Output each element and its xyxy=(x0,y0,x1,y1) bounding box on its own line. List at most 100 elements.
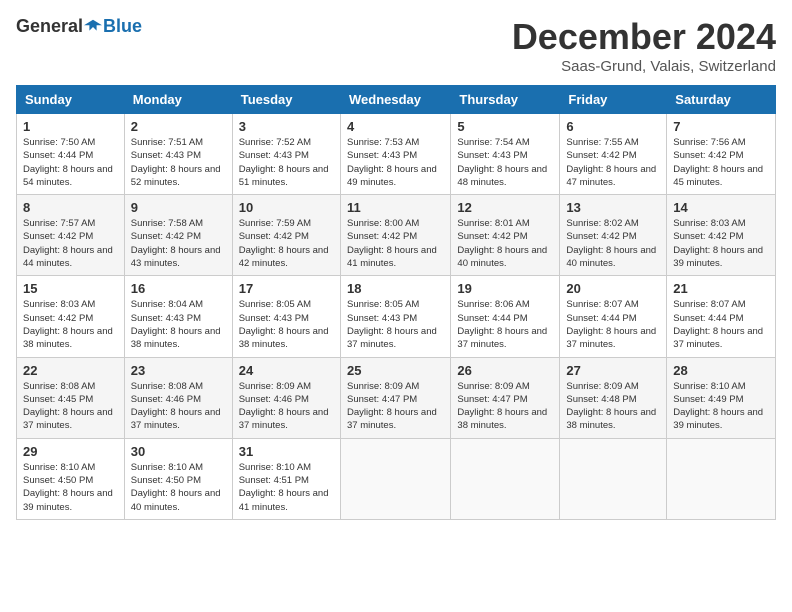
day-number: 21 xyxy=(673,281,769,296)
day-info: Sunrise: 7:57 AMSunset: 4:42 PMDaylight:… xyxy=(23,217,118,270)
calendar-day-cell: 27 Sunrise: 8:09 AMSunset: 4:48 PMDaylig… xyxy=(560,357,667,438)
calendar-day-cell xyxy=(340,438,450,519)
day-info: Sunrise: 8:10 AMSunset: 4:49 PMDaylight:… xyxy=(673,380,769,433)
day-number: 29 xyxy=(23,444,118,459)
day-info: Sunrise: 8:06 AMSunset: 4:44 PMDaylight:… xyxy=(457,298,553,351)
calendar-body: 1 Sunrise: 7:50 AMSunset: 4:44 PMDayligh… xyxy=(17,114,776,520)
calendar-day-cell: 22 Sunrise: 8:08 AMSunset: 4:45 PMDaylig… xyxy=(17,357,125,438)
day-number: 28 xyxy=(673,363,769,378)
calendar-day-cell: 3 Sunrise: 7:52 AMSunset: 4:43 PMDayligh… xyxy=(232,114,340,195)
calendar-day-cell: 23 Sunrise: 8:08 AMSunset: 4:46 PMDaylig… xyxy=(124,357,232,438)
weekday-header-cell: Monday xyxy=(124,86,232,114)
day-number: 19 xyxy=(457,281,553,296)
calendar-week-row: 1 Sunrise: 7:50 AMSunset: 4:44 PMDayligh… xyxy=(17,114,776,195)
calendar-day-cell: 30 Sunrise: 8:10 AMSunset: 4:50 PMDaylig… xyxy=(124,438,232,519)
calendar-day-cell: 4 Sunrise: 7:53 AMSunset: 4:43 PMDayligh… xyxy=(340,114,450,195)
day-info: Sunrise: 8:02 AMSunset: 4:42 PMDaylight:… xyxy=(566,217,660,270)
logo-blue-text: Blue xyxy=(103,16,142,37)
day-info: Sunrise: 7:58 AMSunset: 4:42 PMDaylight:… xyxy=(131,217,226,270)
day-info: Sunrise: 8:00 AMSunset: 4:42 PMDaylight:… xyxy=(347,217,444,270)
day-number: 30 xyxy=(131,444,226,459)
calendar-day-cell: 26 Sunrise: 8:09 AMSunset: 4:47 PMDaylig… xyxy=(451,357,560,438)
day-number: 27 xyxy=(566,363,660,378)
day-info: Sunrise: 8:09 AMSunset: 4:46 PMDaylight:… xyxy=(239,380,334,433)
day-info: Sunrise: 8:03 AMSunset: 4:42 PMDaylight:… xyxy=(673,217,769,270)
weekday-header-cell: Tuesday xyxy=(232,86,340,114)
calendar-day-cell: 31 Sunrise: 8:10 AMSunset: 4:51 PMDaylig… xyxy=(232,438,340,519)
day-info: Sunrise: 8:03 AMSunset: 4:42 PMDaylight:… xyxy=(23,298,118,351)
day-number: 25 xyxy=(347,363,444,378)
calendar-day-cell: 17 Sunrise: 8:05 AMSunset: 4:43 PMDaylig… xyxy=(232,276,340,357)
day-number: 8 xyxy=(23,200,118,215)
day-info: Sunrise: 7:54 AMSunset: 4:43 PMDaylight:… xyxy=(457,136,553,189)
calendar-day-cell: 11 Sunrise: 8:00 AMSunset: 4:42 PMDaylig… xyxy=(340,195,450,276)
weekday-header-cell: Thursday xyxy=(451,86,560,114)
day-info: Sunrise: 8:08 AMSunset: 4:45 PMDaylight:… xyxy=(23,380,118,433)
calendar-day-cell: 29 Sunrise: 8:10 AMSunset: 4:50 PMDaylig… xyxy=(17,438,125,519)
day-info: Sunrise: 8:09 AMSunset: 4:47 PMDaylight:… xyxy=(457,380,553,433)
day-info: Sunrise: 7:53 AMSunset: 4:43 PMDaylight:… xyxy=(347,136,444,189)
day-info: Sunrise: 8:04 AMSunset: 4:43 PMDaylight:… xyxy=(131,298,226,351)
day-number: 14 xyxy=(673,200,769,215)
calendar-week-row: 22 Sunrise: 8:08 AMSunset: 4:45 PMDaylig… xyxy=(17,357,776,438)
logo-bird-icon xyxy=(84,18,102,36)
calendar-day-cell: 13 Sunrise: 8:02 AMSunset: 4:42 PMDaylig… xyxy=(560,195,667,276)
day-number: 18 xyxy=(347,281,444,296)
day-number: 2 xyxy=(131,119,226,134)
calendar-day-cell: 2 Sunrise: 7:51 AMSunset: 4:43 PMDayligh… xyxy=(124,114,232,195)
calendar-day-cell xyxy=(667,438,776,519)
title-section: December 2024 Saas-Grund, Valais, Switze… xyxy=(512,16,776,75)
day-number: 1 xyxy=(23,119,118,134)
calendar-day-cell: 16 Sunrise: 8:04 AMSunset: 4:43 PMDaylig… xyxy=(124,276,232,357)
day-number: 22 xyxy=(23,363,118,378)
day-info: Sunrise: 8:09 AMSunset: 4:48 PMDaylight:… xyxy=(566,380,660,433)
day-number: 7 xyxy=(673,119,769,134)
day-number: 15 xyxy=(23,281,118,296)
day-number: 3 xyxy=(239,119,334,134)
calendar-day-cell: 1 Sunrise: 7:50 AMSunset: 4:44 PMDayligh… xyxy=(17,114,125,195)
calendar-week-row: 29 Sunrise: 8:10 AMSunset: 4:50 PMDaylig… xyxy=(17,438,776,519)
day-info: Sunrise: 7:55 AMSunset: 4:42 PMDaylight:… xyxy=(566,136,660,189)
day-info: Sunrise: 8:10 AMSunset: 4:50 PMDaylight:… xyxy=(23,461,118,514)
weekday-header-cell: Sunday xyxy=(17,86,125,114)
calendar-day-cell: 14 Sunrise: 8:03 AMSunset: 4:42 PMDaylig… xyxy=(667,195,776,276)
day-number: 9 xyxy=(131,200,226,215)
day-info: Sunrise: 7:52 AMSunset: 4:43 PMDaylight:… xyxy=(239,136,334,189)
calendar-day-cell: 9 Sunrise: 7:58 AMSunset: 4:42 PMDayligh… xyxy=(124,195,232,276)
day-info: Sunrise: 8:09 AMSunset: 4:47 PMDaylight:… xyxy=(347,380,444,433)
calendar-day-cell: 6 Sunrise: 7:55 AMSunset: 4:42 PMDayligh… xyxy=(560,114,667,195)
day-info: Sunrise: 8:07 AMSunset: 4:44 PMDaylight:… xyxy=(566,298,660,351)
calendar-day-cell: 15 Sunrise: 8:03 AMSunset: 4:42 PMDaylig… xyxy=(17,276,125,357)
logo: General Blue xyxy=(16,16,142,37)
calendar-day-cell: 21 Sunrise: 8:07 AMSunset: 4:44 PMDaylig… xyxy=(667,276,776,357)
calendar-day-cell: 7 Sunrise: 7:56 AMSunset: 4:42 PMDayligh… xyxy=(667,114,776,195)
calendar-day-cell xyxy=(451,438,560,519)
page-header: General Blue December 2024 Saas-Grund, V… xyxy=(16,16,776,75)
day-info: Sunrise: 8:08 AMSunset: 4:46 PMDaylight:… xyxy=(131,380,226,433)
day-number: 5 xyxy=(457,119,553,134)
day-number: 26 xyxy=(457,363,553,378)
calendar-day-cell: 28 Sunrise: 8:10 AMSunset: 4:49 PMDaylig… xyxy=(667,357,776,438)
day-number: 10 xyxy=(239,200,334,215)
day-info: Sunrise: 8:05 AMSunset: 4:43 PMDaylight:… xyxy=(239,298,334,351)
day-info: Sunrise: 7:56 AMSunset: 4:42 PMDaylight:… xyxy=(673,136,769,189)
calendar-day-cell: 18 Sunrise: 8:05 AMSunset: 4:43 PMDaylig… xyxy=(340,276,450,357)
day-number: 24 xyxy=(239,363,334,378)
calendar-day-cell: 24 Sunrise: 8:09 AMSunset: 4:46 PMDaylig… xyxy=(232,357,340,438)
calendar-table: SundayMondayTuesdayWednesdayThursdayFrid… xyxy=(16,85,776,520)
calendar-day-cell xyxy=(560,438,667,519)
month-title: December 2024 xyxy=(512,16,776,58)
day-info: Sunrise: 8:05 AMSunset: 4:43 PMDaylight:… xyxy=(347,298,444,351)
day-number: 17 xyxy=(239,281,334,296)
calendar-day-cell: 19 Sunrise: 8:06 AMSunset: 4:44 PMDaylig… xyxy=(451,276,560,357)
day-info: Sunrise: 7:50 AMSunset: 4:44 PMDaylight:… xyxy=(23,136,118,189)
day-number: 6 xyxy=(566,119,660,134)
day-info: Sunrise: 7:59 AMSunset: 4:42 PMDaylight:… xyxy=(239,217,334,270)
day-number: 11 xyxy=(347,200,444,215)
day-info: Sunrise: 8:01 AMSunset: 4:42 PMDaylight:… xyxy=(457,217,553,270)
calendar-day-cell: 5 Sunrise: 7:54 AMSunset: 4:43 PMDayligh… xyxy=(451,114,560,195)
location: Saas-Grund, Valais, Switzerland xyxy=(512,58,776,75)
calendar-week-row: 8 Sunrise: 7:57 AMSunset: 4:42 PMDayligh… xyxy=(17,195,776,276)
weekday-header-cell: Friday xyxy=(560,86,667,114)
day-number: 20 xyxy=(566,281,660,296)
